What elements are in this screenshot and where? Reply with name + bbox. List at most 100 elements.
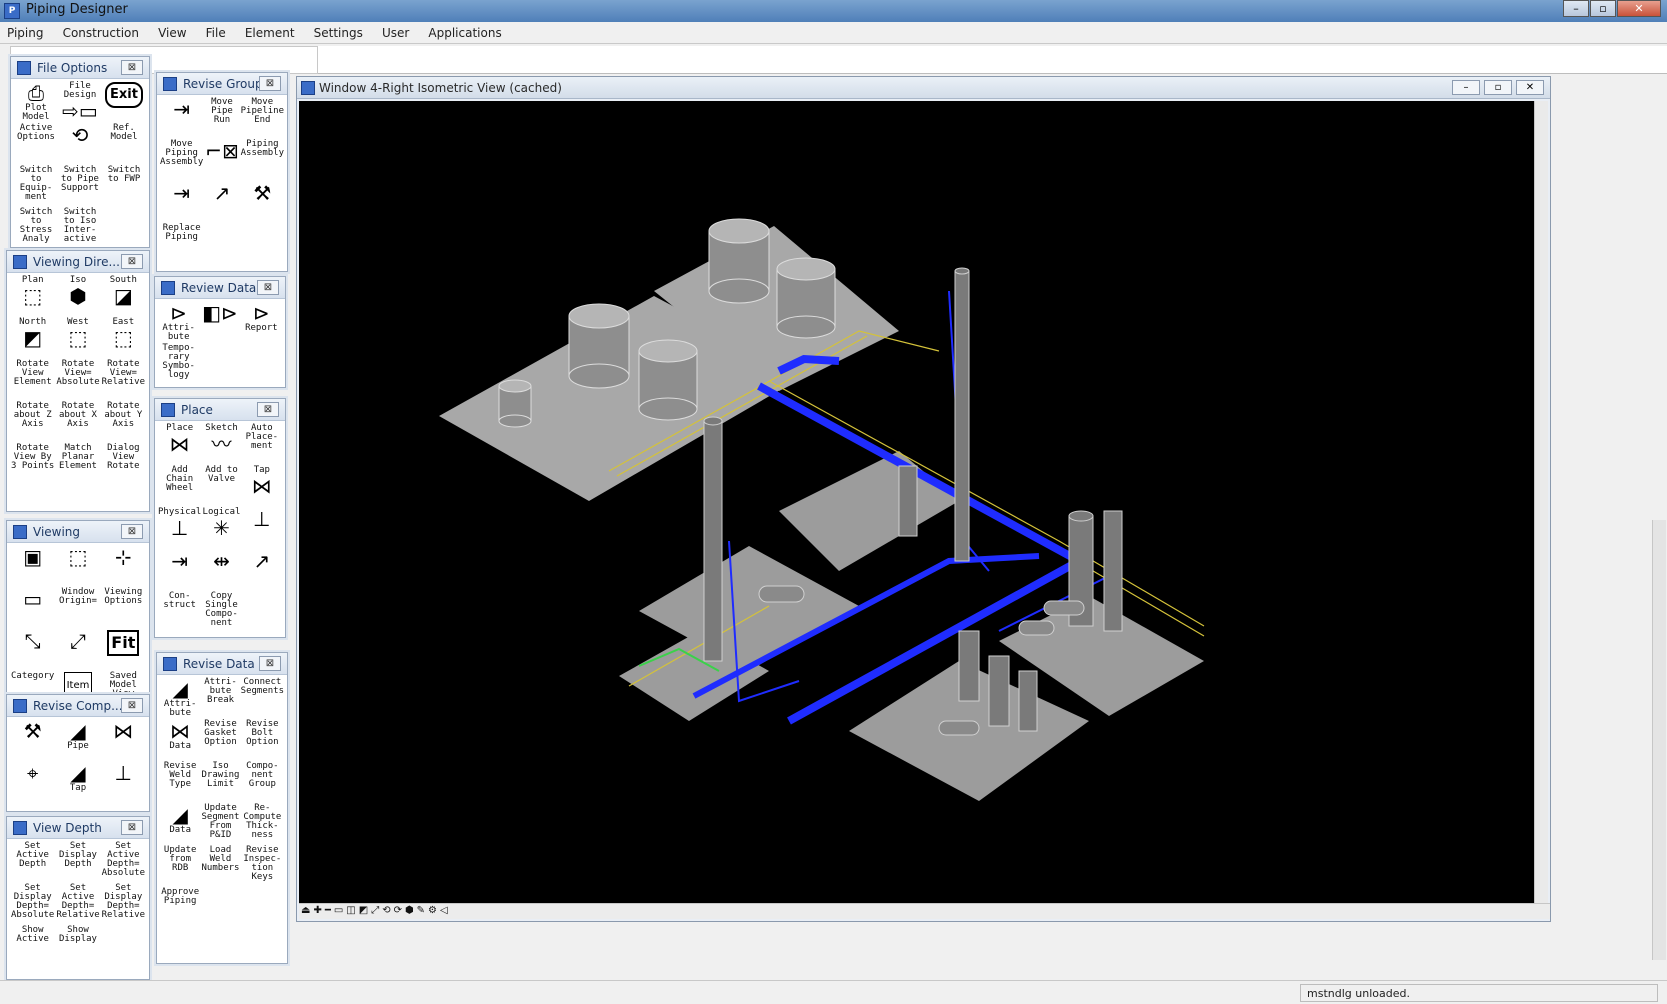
rotate-z-tool[interactable]: Rotate about Z Axis [10, 402, 55, 444]
place-support-tool[interactable]: ⊥ [242, 508, 282, 550]
dialog-view-rotate-tool[interactable]: Dialog View Rotate [101, 444, 146, 486]
copy-view-tool[interactable]: ▭ [10, 588, 55, 630]
insert-tool[interactable]: ⇥ [160, 182, 203, 224]
fit-tool[interactable]: Fit [101, 630, 146, 672]
review-component-tool[interactable]: ◧⊳ [199, 302, 240, 344]
close-icon[interactable]: ⊠ [121, 524, 143, 539]
sketch-tool[interactable]: Sketch 〰 [201, 424, 241, 466]
revise-valve-tool[interactable]: ⋈ [101, 720, 146, 762]
window-origin-tool[interactable]: Window Origin= [55, 588, 100, 630]
rotate-view-relative-tool[interactable]: Rotate View= Relative [101, 360, 146, 402]
menu-settings[interactable]: Settings [307, 23, 370, 43]
revise-hammer-tool[interactable]: ⚒ [10, 720, 55, 762]
switch-stress-tool[interactable]: Switch to Stress Analy [14, 208, 58, 247]
zoom-out-tool[interactable]: ⤢ [55, 630, 100, 672]
set-display-depth-relative-tool[interactable]: Set Display Depth= Relative [101, 884, 146, 926]
menu-file[interactable]: File [199, 23, 233, 43]
close-icon[interactable]: ⊠ [259, 76, 281, 91]
revise-gasket-tool[interactable]: Revise Gasket Option [200, 720, 240, 762]
component-group-tool[interactable]: Compo-nent Group [241, 762, 284, 804]
menu-construction[interactable]: Construction [56, 23, 146, 43]
add-chain-wheel-tool[interactable]: Add Chain Wheel [158, 466, 201, 508]
split-tool[interactable]: ⇹ [201, 550, 241, 592]
approve-piping-tool[interactable]: Approve Piping [160, 888, 200, 930]
rotate-view-absolute-tool[interactable]: Rotate View= Absolute [55, 360, 100, 402]
move-pipe-run-tool[interactable]: Move Pipe Run [203, 98, 240, 140]
update-rdb-tool[interactable]: Update from RDB [160, 846, 200, 888]
bend-place-tool[interactable]: ↗ [242, 550, 282, 592]
view-close-button[interactable]: ✕ [1516, 80, 1544, 95]
menu-applications[interactable]: Applications [421, 23, 508, 43]
close-icon[interactable]: ⊠ [121, 698, 143, 713]
replace-piping-tool[interactable]: Replace Piping [160, 224, 203, 266]
plot-model-tool[interactable]: ⎙ Plot Model [14, 82, 58, 124]
view-plan-tool[interactable]: Plan ⬚ [10, 276, 55, 318]
switch-iso-tool[interactable]: Switch to Iso Inter-active [58, 208, 102, 247]
maximize-button[interactable]: ▫ [1590, 0, 1616, 17]
move-piping-assembly-tool[interactable]: Move Piping Assembly [160, 140, 203, 182]
window-area-tool[interactable]: ▣ [10, 546, 55, 588]
menu-piping[interactable]: Piping [0, 23, 50, 43]
copy-single-component-tool[interactable]: Copy Single Compo-nent [201, 592, 241, 634]
ref-model-tool[interactable]: Ref. Model [102, 124, 146, 166]
switch-pipe-support-tool[interactable]: Switch to Pipe Support [58, 166, 102, 208]
match-planar-tool[interactable]: Match Planar Element [55, 444, 100, 486]
revise-inspection-keys-tool[interactable]: Revise Inspec-tion Keys [241, 846, 284, 888]
hammer-tool[interactable]: ⚒ [241, 182, 284, 224]
view-maximize-button[interactable]: ▫ [1484, 80, 1512, 95]
viewing-options-tool[interactable]: Viewing Options [101, 588, 146, 630]
switch-equipment-tool[interactable]: Switch to Equip-ment [14, 166, 58, 208]
window-center-tool[interactable]: ⊹ [101, 546, 146, 588]
bend-tool[interactable]: ↗ [203, 182, 240, 224]
revise-pipe-tool[interactable]: ◢ Pipe [55, 720, 100, 762]
review-attribute-tool[interactable]: ⊳ Attri-bute [158, 302, 199, 344]
load-weld-numbers-tool[interactable]: Load Weld Numbers [200, 846, 240, 888]
rotate-view-element-tool[interactable]: Rotate View Element [10, 360, 55, 402]
revise-support-tool[interactable]: ⊥ [101, 762, 146, 804]
temporary-symbology-tool[interactable]: Tempo-rary Symbo-logy [158, 344, 199, 386]
connect-segments-tool[interactable]: Connect Segments [241, 678, 284, 720]
menu-user[interactable]: User [375, 23, 416, 43]
piping-assembly-tool[interactable]: Piping Assembly [241, 140, 284, 182]
auto-placement-tool[interactable]: Auto Place-ment [242, 424, 282, 466]
segment-data-tool[interactable]: ◢ Data [160, 804, 200, 846]
view-south-tool[interactable]: South ◪ [101, 276, 146, 318]
zoom-in-tool[interactable]: ⤡ [10, 630, 55, 672]
revise-tap-tool[interactable]: ◢ Tap [55, 762, 100, 804]
active-options-tool[interactable]: Active Options [14, 124, 58, 166]
main-scrollbar[interactable] [1652, 520, 1666, 960]
move-pipeline-end-tool[interactable]: Move Pipeline End [241, 98, 284, 140]
review-report-tool[interactable]: ⊳ Report [241, 302, 282, 344]
close-icon[interactable]: ⊠ [121, 254, 143, 269]
show-display-tool[interactable]: Show Display [55, 926, 100, 968]
close-icon[interactable]: ⊠ [257, 280, 279, 295]
rotate-x-tool[interactable]: Rotate about X Axis [55, 402, 100, 444]
delete-group-tool[interactable]: ⌐⊠ [203, 140, 240, 182]
view-control-icons[interactable]: ⏏✚━▭◫◩⤢⟲⟳⬢✎⚙◁ [301, 905, 451, 916]
show-active-tool[interactable]: Show Active [10, 926, 55, 968]
view-minimize-button[interactable]: – [1452, 80, 1480, 95]
close-icon[interactable]: ⊠ [121, 820, 143, 835]
model-canvas[interactable] [299, 101, 1534, 904]
exit-tool[interactable]: Exit [102, 82, 146, 124]
view-volume-tool[interactable]: ⬚ [55, 546, 100, 588]
revise-data-tool[interactable]: ⋈ Data [160, 720, 200, 762]
set-active-depth-tool[interactable]: Set Active Depth [10, 842, 55, 884]
iso-drawing-limit-tool[interactable]: Iso Drawing Limit [200, 762, 240, 804]
tap-tool[interactable]: Tap ⋈ [242, 466, 282, 508]
attribute-break-tool[interactable]: Attri-bute Break [200, 678, 240, 720]
rotate-3-points-tool[interactable]: Rotate View By 3 Points [10, 444, 55, 486]
place-tool[interactable]: Place ⋈ [158, 424, 201, 466]
revise-attribute-tool[interactable]: ◢ Attri-bute [160, 678, 200, 720]
physical-tool[interactable]: Physical ⊥ [158, 508, 201, 550]
move-tool[interactable]: ⇥ [160, 98, 203, 140]
view-north-tool[interactable]: North ◩ [10, 318, 55, 360]
update-segment-tool[interactable]: Update Segment From P&ID [200, 804, 240, 846]
rotate-y-tool[interactable]: Rotate about Y Axis [101, 402, 146, 444]
revise-point-tool[interactable]: ⌖ [10, 762, 55, 804]
switch-fwp-tool[interactable]: Switch to FWP [102, 166, 146, 208]
close-icon[interactable]: ⊠ [257, 402, 279, 417]
set-display-depth-tool[interactable]: Set Display Depth [55, 842, 100, 884]
insert-component-tool[interactable]: ⇥ [158, 550, 201, 592]
close-icon[interactable]: ⊠ [121, 60, 143, 75]
